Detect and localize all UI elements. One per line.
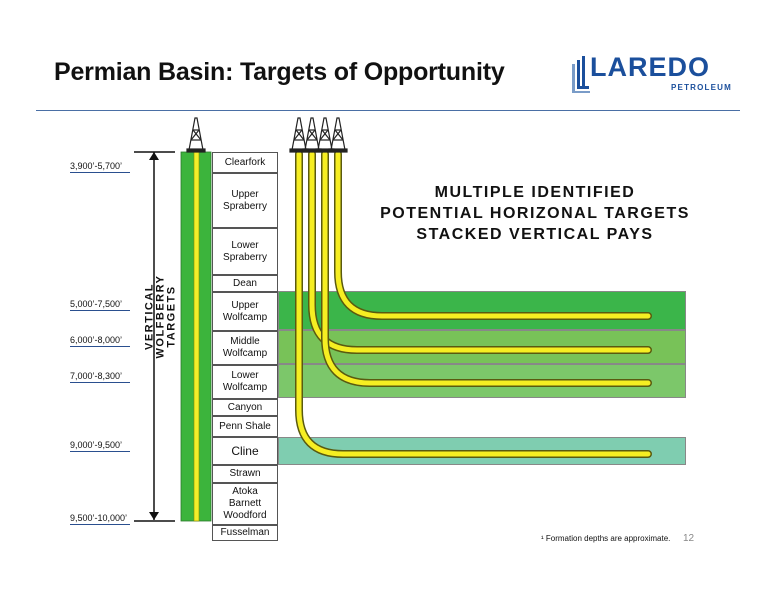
formation-lower-spraberry: Lower Spraberry bbox=[212, 228, 278, 275]
formation-upper-wolfcamp: Upper Wolfcamp bbox=[212, 292, 278, 331]
formation-strawn: Strawn bbox=[212, 465, 278, 483]
formation-dean: Dean bbox=[212, 275, 278, 292]
formation-atoka-barnett-woodford: Atoka Barnett Woodford bbox=[212, 483, 278, 525]
formation-fusselman: Fusselman bbox=[212, 525, 278, 541]
formation-middle-wolfcamp: Middle Wolfcamp bbox=[212, 331, 278, 365]
rig-icon bbox=[186, 117, 206, 153]
rig-icon bbox=[328, 117, 348, 153]
formation-canyon: Canyon bbox=[212, 399, 278, 416]
formation-penn-shale: Penn Shale bbox=[212, 416, 278, 437]
page-number: 12 bbox=[683, 533, 695, 544]
horizontal-well-upper-wolfcamp bbox=[334, 150, 652, 320]
formation-cline: Cline bbox=[212, 437, 278, 465]
formation-clearfork: Clearfork bbox=[212, 152, 278, 173]
formation-upper-spraberry: Upper Spraberry bbox=[212, 173, 278, 228]
horizontal-well-middle-wolfcamp bbox=[308, 150, 652, 354]
footnote: ¹ Formation depths are approximate. bbox=[541, 534, 671, 543]
formation-lower-wolfcamp: Lower Wolfcamp bbox=[212, 365, 278, 399]
vertical-targets-label: VERTICAL WOLFBERRY TARGETS bbox=[143, 274, 178, 359]
well-diagram bbox=[134, 117, 652, 522]
